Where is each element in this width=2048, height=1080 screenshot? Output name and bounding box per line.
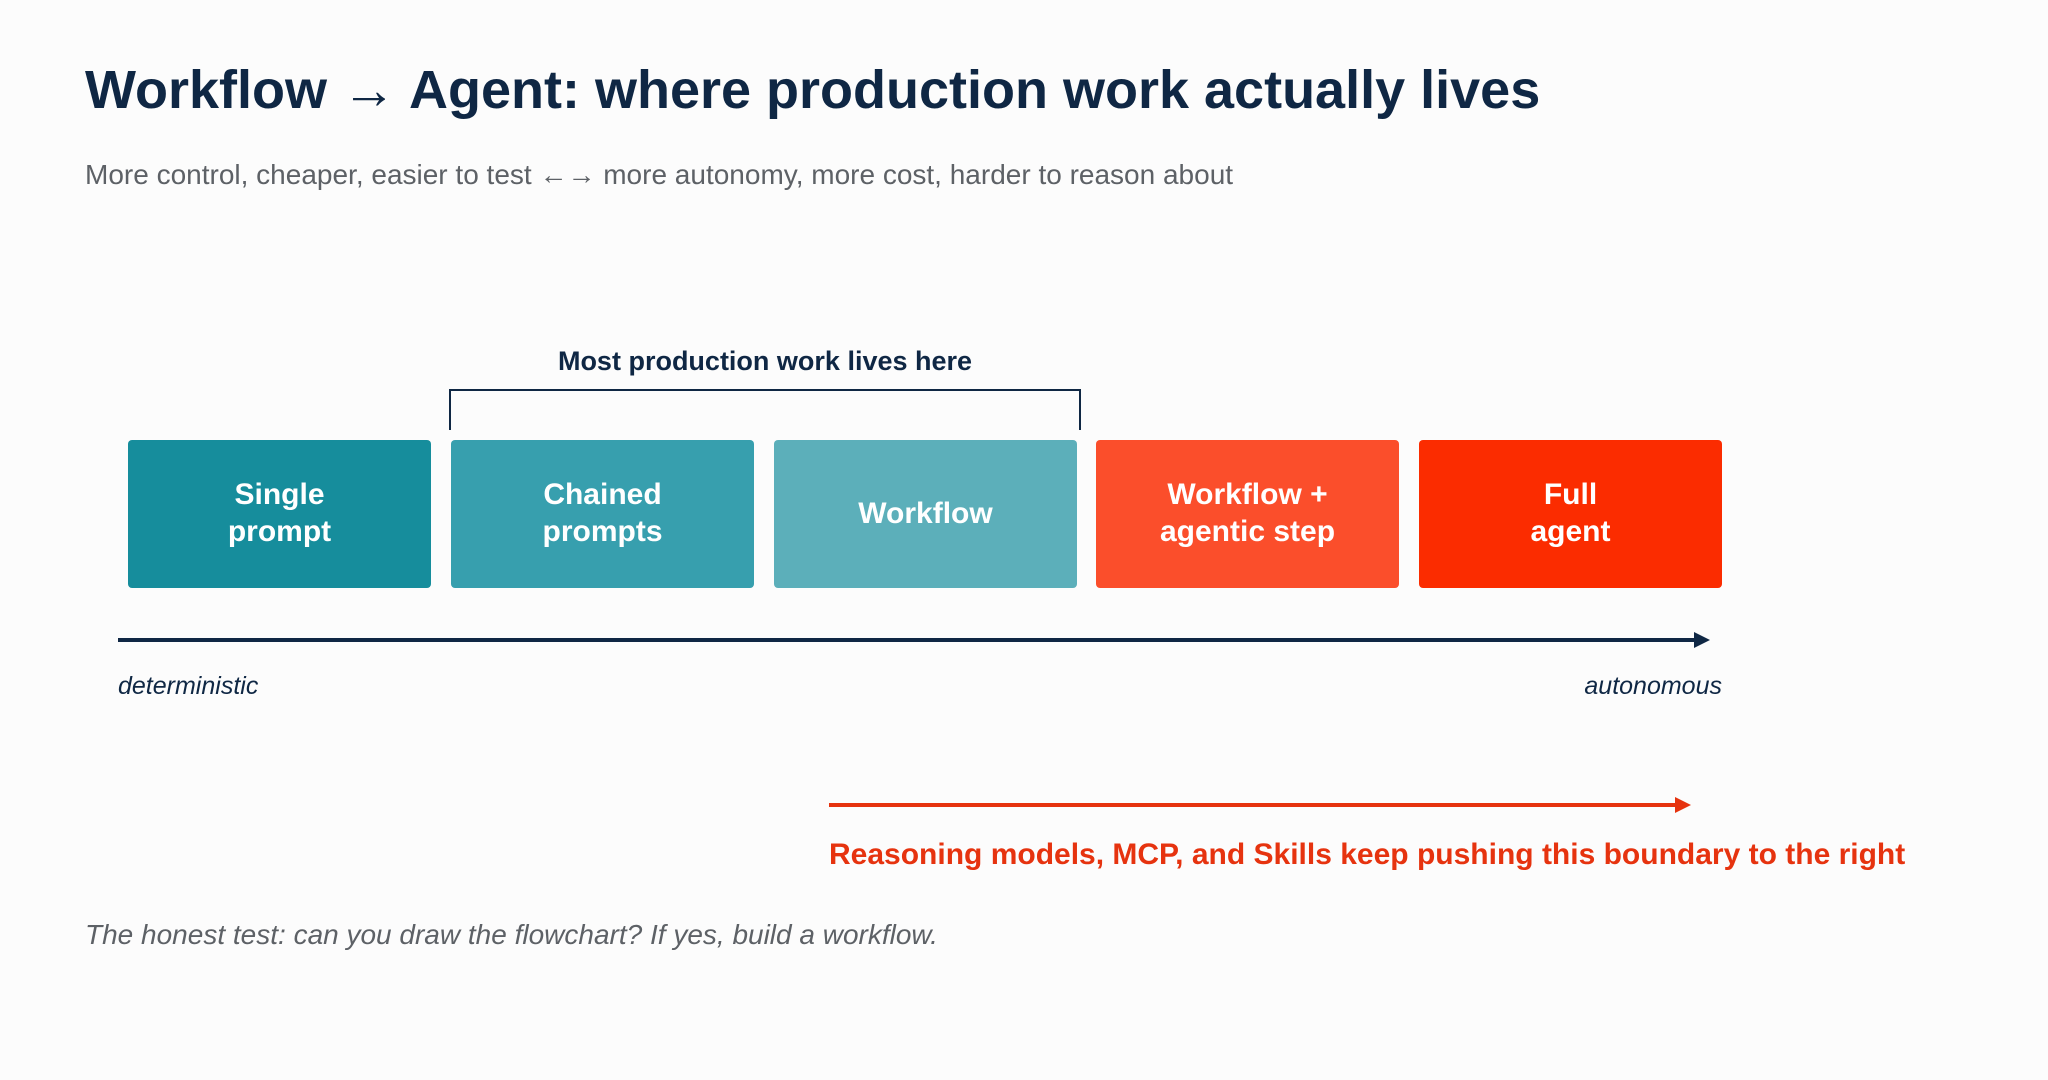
page-title: Workflow → Agent: where production work …	[85, 60, 1541, 120]
boundary-push-line	[829, 803, 1679, 807]
axis-label-deterministic: deterministic	[118, 672, 259, 700]
stage-full-agent: Full agent	[1419, 440, 1722, 588]
stage-workflow-agentic-step: Workflow + agentic step	[1096, 440, 1399, 588]
stage-chained-prompts: Chained prompts	[451, 440, 754, 588]
page-subtitle: More control, cheaper, easier to test ←→…	[85, 159, 1234, 190]
spectrum-axis-arrowhead	[1694, 632, 1710, 648]
spectrum-axis-line	[118, 638, 1698, 642]
stage-single-prompt: Single prompt	[128, 440, 431, 588]
production-bracket	[449, 389, 1081, 430]
axis-label-autonomous: autonomous	[1584, 672, 1722, 700]
bracket-label: Most production work lives here	[557, 346, 973, 376]
stage-workflow: Workflow	[774, 440, 1077, 588]
boundary-push-arrowhead	[1675, 797, 1691, 813]
boundary-push-note: Reasoning models, MCP, and Skills keep p…	[829, 838, 1906, 871]
footer-note: The honest test: can you draw the flowch…	[85, 919, 938, 950]
